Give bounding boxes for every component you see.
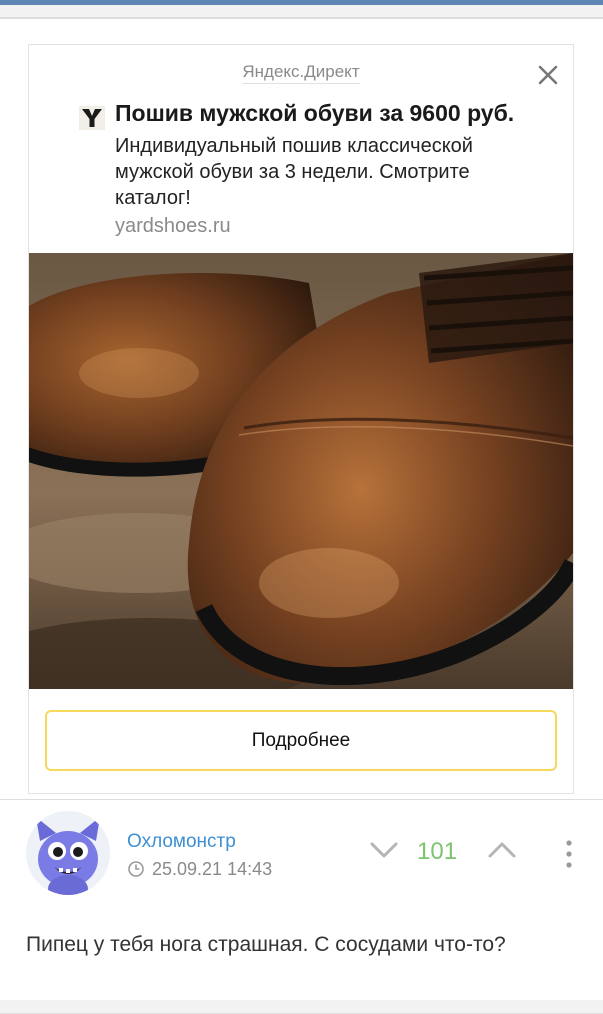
- ad-description: Индивидуальный пошив классической мужско…: [115, 135, 473, 209]
- avatar[interactable]: [26, 811, 110, 895]
- advertiser-logo: [79, 106, 105, 130]
- vote-down-button[interactable]: [366, 838, 402, 862]
- comment: Охломонстр 25.09.21 14:43 101 Пипец у те…: [0, 811, 603, 1000]
- comment-menu-button[interactable]: [559, 839, 579, 869]
- close-icon: [538, 65, 558, 85]
- top-accent-bar: [0, 0, 603, 5]
- vote-up-button[interactable]: [484, 838, 520, 862]
- chevron-down-icon: [370, 842, 398, 858]
- shoes-photo: [29, 253, 573, 689]
- section-divider: [0, 799, 603, 800]
- logo-y-icon: [82, 109, 102, 127]
- chevron-up-icon: [488, 842, 516, 858]
- page: Яндекс.Директ Пошив мужской обуви за 960…: [0, 19, 603, 1014]
- more-info-button[interactable]: Подробнее: [45, 710, 557, 771]
- comment-author[interactable]: Охломонстр: [127, 831, 236, 853]
- monster-avatar-icon: [26, 811, 110, 895]
- ad-image[interactable]: [29, 253, 573, 689]
- ad-domain-link[interactable]: yardshoes.ru: [115, 215, 231, 238]
- comment-rating: 101: [417, 838, 458, 865]
- ad-source-label: Яндекс.Директ: [29, 62, 573, 84]
- clock-icon: [128, 861, 144, 877]
- more-vertical-icon: [566, 840, 572, 868]
- ad-card[interactable]: Яндекс.Директ Пошив мужской обуви за 960…: [28, 44, 574, 794]
- comment-text: Пипец у тебя нога страшная. С сосудами ч…: [26, 933, 506, 956]
- ad-title[interactable]: Пошив мужской обуви за 9600 руб.: [115, 100, 514, 127]
- ad-source-text: Яндекс.Директ: [242, 62, 360, 84]
- comment-timestamp: 25.09.21 14:43: [152, 859, 273, 879]
- close-button[interactable]: [535, 62, 561, 88]
